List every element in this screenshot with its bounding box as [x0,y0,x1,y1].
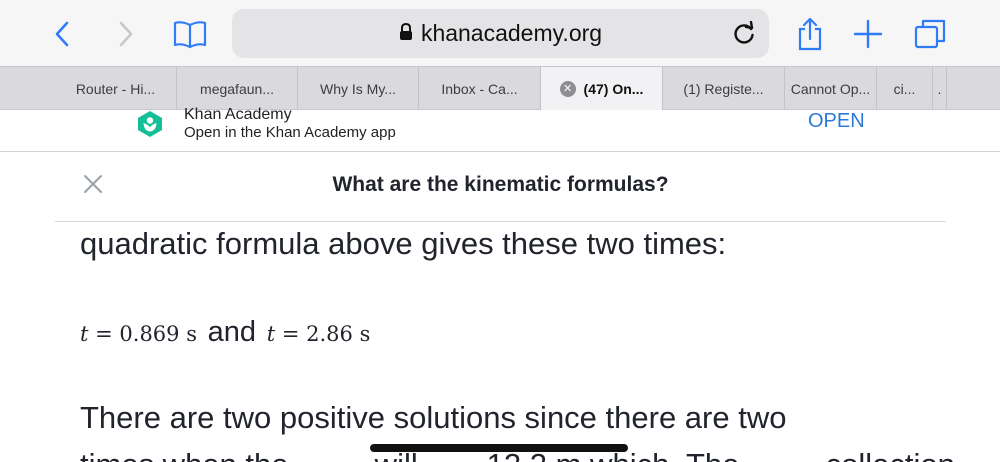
tab-label: megafaun... [200,80,274,97]
article-title: What are the kinematic formulas? [332,173,669,196]
tab-label: . [937,80,942,97]
browser-toolbar: khanacademy.org [0,0,1000,66]
forward-icon [119,21,133,47]
tab-registered[interactable]: (1) Registe... [663,67,785,110]
url-text: khanacademy.org [420,20,603,46]
math-expression: t = 2.86 s [267,322,371,346]
tab-ci[interactable]: ci... [877,67,933,110]
new-tab-button[interactable] [848,14,888,54]
open-app-button[interactable]: OPEN [808,110,865,133]
tab-active-khan[interactable]: ✕ (47) On... [541,67,663,110]
and-word: and [207,316,257,348]
tab-inbox[interactable]: Inbox - Ca... [419,67,541,110]
paragraph-line: There are two positive solutions since t… [80,400,787,435]
tabs-icon [914,19,946,49]
math-value: = 0.869 s [95,322,197,346]
khan-academy-logo-icon [136,110,164,138]
tab-label: Router - Hi... [75,80,156,97]
bookmarks-button[interactable] [170,14,210,54]
banner-title: Khan Academy [184,106,292,123]
math-variable: t [80,322,89,346]
math-variable: t [266,322,276,346]
tab-label: (1) Registe... [683,80,764,97]
new-tab-icon [853,19,883,49]
share-icon [798,17,822,51]
math-equation-line: t = 0.869 s and t = 2.86 s [80,316,370,349]
math-expression: t = 0.869 s [80,322,197,346]
bookmarks-icon [173,21,207,49]
tab-bar: Router - Hi... megafaun... Why Is My... … [0,66,1000,110]
tab-close-icon[interactable]: ✕ [559,80,576,97]
back-icon [55,21,69,47]
article-header: What are the kinematic formulas? [55,152,946,222]
reload-button[interactable] [731,20,757,47]
tab-label: Cannot Op... [790,80,871,97]
app-banner: Khan Academy Open in the Khan Academy ap… [0,106,1000,152]
home-indicator[interactable] [370,444,628,452]
tab-why-is-my[interactable]: Why Is My... [298,67,419,110]
tab-label: Inbox - Ca... [441,80,518,97]
math-value: = 2.86 s [281,322,371,346]
address-bar[interactable]: khanacademy.org [232,9,769,58]
tab-overflow[interactable]: . [933,67,947,110]
tab-router[interactable]: Router - Hi... [55,67,177,110]
tab-megafauna[interactable]: megafaun... [177,67,298,110]
forward-button[interactable] [106,14,146,54]
back-button[interactable] [42,14,82,54]
url-display[interactable]: khanacademy.org [232,9,769,58]
tab-label: Why Is My... [320,80,396,97]
tab-cannot-open[interactable]: Cannot Op... [785,67,877,110]
tab-label: ci... [893,80,916,97]
reload-icon [734,20,754,44]
lock-icon [399,20,413,47]
banner-subtitle: Open in the Khan Academy app [184,124,396,141]
tabs-overview-button[interactable] [910,14,950,54]
tab-label: (47) On... [583,80,644,97]
paragraph-line: quadratic formula above gives these two … [80,226,727,261]
share-button[interactable] [790,14,830,54]
